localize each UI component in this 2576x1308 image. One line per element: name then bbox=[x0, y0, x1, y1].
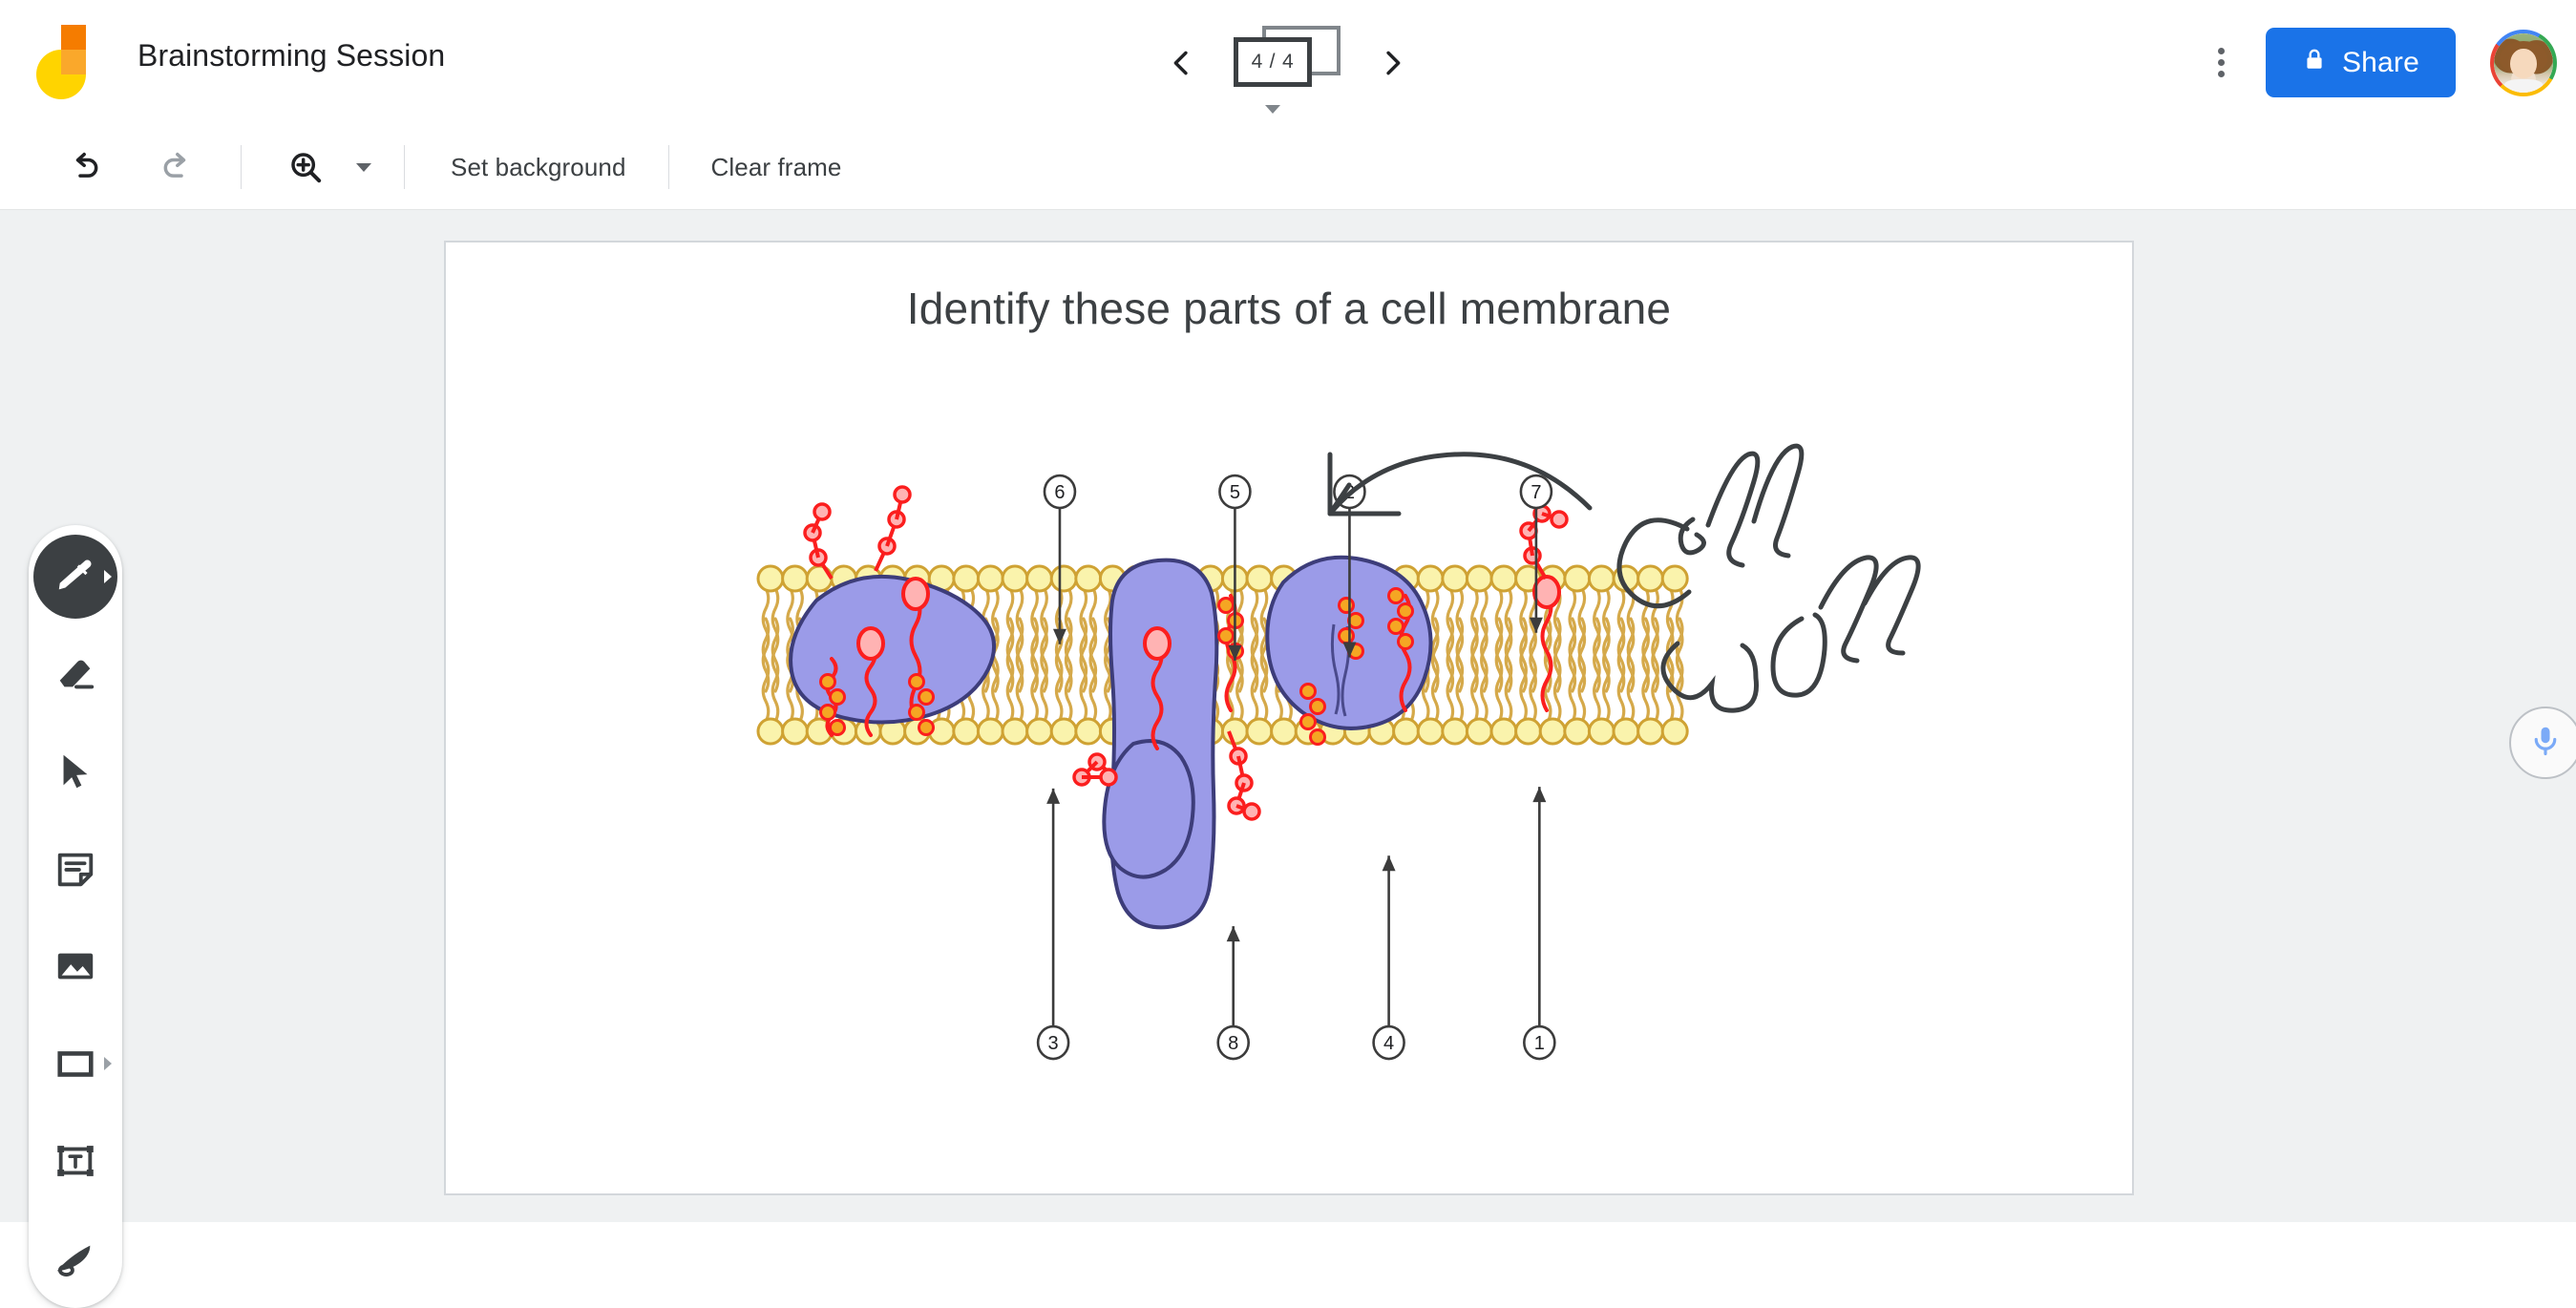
pen-options-caret-icon[interactable] bbox=[104, 570, 112, 583]
more-actions-button[interactable] bbox=[2195, 36, 2249, 90]
app-header: Brainstorming Session 4 / 4 Share bbox=[0, 0, 2576, 125]
redo-button[interactable] bbox=[147, 137, 206, 197]
frame-counter-button[interactable]: 4 / 4 bbox=[1234, 26, 1341, 114]
cursor-icon bbox=[63, 754, 88, 789]
toolbar-divider bbox=[667, 145, 669, 189]
voice-typing-widget[interactable] bbox=[2509, 707, 2576, 779]
chevron-down-icon[interactable] bbox=[1265, 105, 1280, 114]
toolbar-divider bbox=[404, 145, 405, 189]
sticky-note-icon bbox=[57, 853, 94, 887]
header-actions: Share bbox=[2195, 0, 2557, 125]
image-icon bbox=[57, 953, 94, 980]
lock-icon bbox=[2302, 47, 2327, 79]
share-button[interactable]: Share bbox=[2265, 28, 2456, 97]
frame-stack-front-icon: 4 / 4 bbox=[1234, 37, 1312, 87]
share-button-label: Share bbox=[2341, 46, 2419, 78]
svg-text:4: 4 bbox=[1383, 1033, 1394, 1054]
svg-text:8: 8 bbox=[1228, 1033, 1238, 1054]
zoom-in-button[interactable] bbox=[276, 137, 335, 197]
svg-text:7: 7 bbox=[1531, 482, 1541, 503]
svg-text:3: 3 bbox=[1048, 1033, 1059, 1054]
shape-icon bbox=[57, 1051, 94, 1077]
tool-shape[interactable] bbox=[33, 1022, 117, 1106]
svg-text:6: 6 bbox=[1054, 482, 1065, 503]
svg-text:5: 5 bbox=[1230, 482, 1240, 503]
svg-text:2: 2 bbox=[1344, 482, 1355, 503]
tool-rail bbox=[29, 525, 122, 1308]
cell-membrane-diagram: 6 5 2 7 3 8 4 1 bbox=[446, 243, 2132, 1193]
kebab-dot bbox=[2218, 71, 2226, 77]
tool-sticky-note[interactable] bbox=[33, 827, 117, 911]
avatar[interactable] bbox=[2490, 29, 2557, 96]
page-title[interactable]: Brainstorming Session bbox=[137, 38, 445, 74]
protein-transmembrane-lobe bbox=[1102, 739, 1195, 879]
shape-options-caret-icon[interactable] bbox=[104, 1057, 112, 1070]
main-toolbar: Set background Clear frame bbox=[0, 125, 2576, 210]
tool-pen[interactable] bbox=[33, 535, 117, 619]
eraser-icon bbox=[59, 660, 95, 689]
logo-overlap-shape bbox=[61, 50, 86, 74]
avatar-body bbox=[2504, 78, 2543, 93]
frame-counter-label: 4 / 4 bbox=[1251, 51, 1295, 73]
text-box-icon bbox=[57, 1146, 94, 1176]
undo-button[interactable] bbox=[55, 137, 115, 197]
next-frame-button[interactable] bbox=[1363, 33, 1423, 93]
clear-frame-button[interactable]: Clear frame bbox=[686, 137, 867, 197]
microphone-icon bbox=[2528, 724, 2563, 763]
frame-navigation: 4 / 4 bbox=[1125, 11, 1449, 115]
tool-image[interactable] bbox=[33, 924, 117, 1008]
previous-frame-button[interactable] bbox=[1151, 33, 1211, 93]
laser-icon bbox=[56, 1245, 91, 1276]
tool-select[interactable] bbox=[33, 729, 117, 813]
tool-eraser[interactable] bbox=[33, 632, 117, 716]
toolbar-divider bbox=[241, 145, 242, 189]
tool-laser[interactable] bbox=[33, 1216, 117, 1300]
tool-text-box[interactable] bbox=[33, 1119, 117, 1203]
avatar-photo bbox=[2494, 32, 2553, 93]
avatar-inner bbox=[2494, 32, 2553, 93]
avatar-face bbox=[2510, 48, 2537, 78]
zoom-options-caret-icon[interactable] bbox=[356, 162, 371, 172]
jamboard-logo bbox=[36, 25, 107, 99]
set-background-button[interactable]: Set background bbox=[426, 137, 651, 197]
canvas-area[interactable]: Identify these parts of a cell membrane bbox=[0, 210, 2576, 1308]
jam-frame[interactable]: Identify these parts of a cell membrane bbox=[444, 241, 2134, 1195]
pen-icon bbox=[58, 559, 92, 590]
kebab-dot bbox=[2218, 48, 2226, 54]
svg-text:1: 1 bbox=[1534, 1033, 1545, 1054]
kebab-dot bbox=[2218, 59, 2226, 66]
